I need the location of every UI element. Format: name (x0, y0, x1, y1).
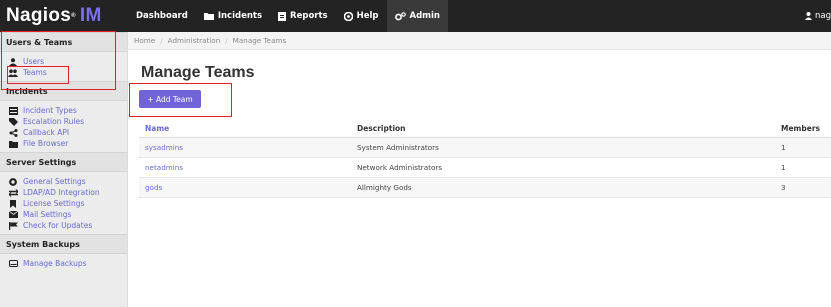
brand-suffix: IM (79, 5, 102, 26)
highlight-box-teams (7, 66, 69, 84)
team-description: Allmighty Gods (357, 183, 412, 192)
nav-admin-label: Admin (409, 11, 441, 21)
sidebar-item-callback-api[interactable]: Callback API (0, 127, 127, 138)
table-row: gods Allmighty Gods 3 (139, 178, 831, 198)
sidebar-item-incident-types[interactable]: Incident Types (0, 105, 127, 116)
breadcrumb-home[interactable]: Home (134, 36, 155, 45)
sidebar-item-label: Mail Settings (23, 210, 72, 219)
flag-icon (8, 221, 18, 230)
breadcrumb-separator: / (160, 36, 163, 45)
teams-table: Name Description Members sysadmins Syste… (139, 120, 831, 198)
page-title: Manage Teams (141, 64, 255, 81)
bookmark-icon (10, 199, 16, 208)
cogs-icon (394, 11, 406, 20)
breadcrumb-current: Manage Teams (232, 36, 287, 45)
folder-icon (8, 140, 18, 148)
sidebar-item-mail-settings[interactable]: Mail Settings (0, 209, 127, 220)
report-icon (278, 11, 287, 21)
sidebar-item-label: LDAP/AD Integration (23, 188, 100, 197)
breadcrumb: Home / Administration / Manage Teams (128, 32, 831, 50)
sidebar-item-manage-backups[interactable]: Manage Backups (0, 258, 127, 269)
column-header-members: Members (781, 124, 820, 133)
top-navbar: Nagios ® IM Dashboard Incidents Reports He… (0, 0, 831, 32)
user-menu[interactable]: nag (805, 0, 831, 32)
nav-help[interactable]: Help (336, 0, 387, 32)
team-members-count: 1 (781, 143, 786, 152)
nav-dashboard-label: Dashboard (136, 11, 188, 21)
sidebar-item-file-browser[interactable]: File Browser (0, 138, 127, 149)
nav-admin[interactable]: Admin (386, 0, 448, 32)
team-name-link[interactable]: sysadmins (139, 143, 357, 152)
nav-incidents-label: Incidents (217, 11, 263, 21)
sidebar-item-label: Escalation Rules (23, 117, 85, 126)
team-description: Network Administrators (357, 163, 443, 172)
highlight-box-add-team (129, 83, 232, 117)
breadcrumb-administration[interactable]: Administration (168, 36, 221, 45)
envelope-icon (8, 211, 18, 218)
sidebar-section-server-settings: Server Settings (0, 152, 127, 172)
sidebar-item-escalation-rules[interactable]: Escalation Rules (0, 116, 127, 127)
team-description: System Administrators (357, 143, 439, 152)
team-name-link[interactable]: gods (139, 183, 357, 192)
nav-incidents[interactable]: Incidents (196, 0, 270, 32)
team-members-count: 1 (781, 163, 786, 172)
sidebar-item-label: Manage Backups (23, 259, 87, 268)
gear-icon (9, 177, 17, 186)
nav-help-label: Help (356, 11, 379, 21)
column-header-name[interactable]: Name (139, 124, 357, 133)
breadcrumb-separator: / (225, 36, 228, 45)
sidebar-item-label: Check for Updates (23, 221, 93, 230)
sidebar-item-license-settings[interactable]: License Settings (0, 198, 127, 209)
sidebar-item-general-settings[interactable]: General Settings (0, 176, 127, 187)
team-members-count: 3 (781, 183, 786, 192)
exchange-icon (8, 188, 18, 197)
user-icon (805, 12, 812, 20)
table-body: sysadmins System Administrators 1 netadm… (139, 138, 831, 198)
share-icon (9, 128, 17, 137)
sidebar-item-label: License Settings (23, 199, 85, 208)
hdd-icon (8, 260, 18, 267)
nav-reports-label: Reports (290, 11, 328, 21)
help-icon (343, 11, 353, 21)
brand-logo[interactable]: Nagios ® IM (0, 0, 128, 32)
nav-reports[interactable]: Reports (270, 0, 336, 32)
brand-registered-mark: ® (71, 13, 76, 19)
list-icon (8, 106, 18, 115)
table-row: netadmins Network Administrators 1 (139, 158, 831, 178)
sidebar-item-label: Callback API (23, 128, 70, 137)
team-name-link[interactable]: netadmins (139, 163, 357, 172)
brand-name: Nagios (6, 5, 72, 26)
table-row: sysadmins System Administrators 1 (139, 138, 831, 158)
sidebar-item-label: Incident Types (23, 106, 77, 115)
user-name: nag (815, 11, 831, 21)
sidebar-item-label: General Settings (23, 177, 86, 186)
table-header: Name Description Members (139, 120, 831, 138)
sidebar-item-ldap-ad-integration[interactable]: LDAP/AD Integration (0, 187, 127, 198)
sidebar-item-label: File Browser (23, 139, 69, 148)
folder-icon (203, 13, 214, 20)
nav-dashboard[interactable]: Dashboard (128, 0, 196, 32)
sidebar-item-check-for-updates[interactable]: Check for Updates (0, 220, 127, 231)
sidebar-section-system-backups: System Backups (0, 234, 127, 254)
tag-icon (8, 117, 18, 126)
column-header-description: Description (357, 124, 406, 133)
